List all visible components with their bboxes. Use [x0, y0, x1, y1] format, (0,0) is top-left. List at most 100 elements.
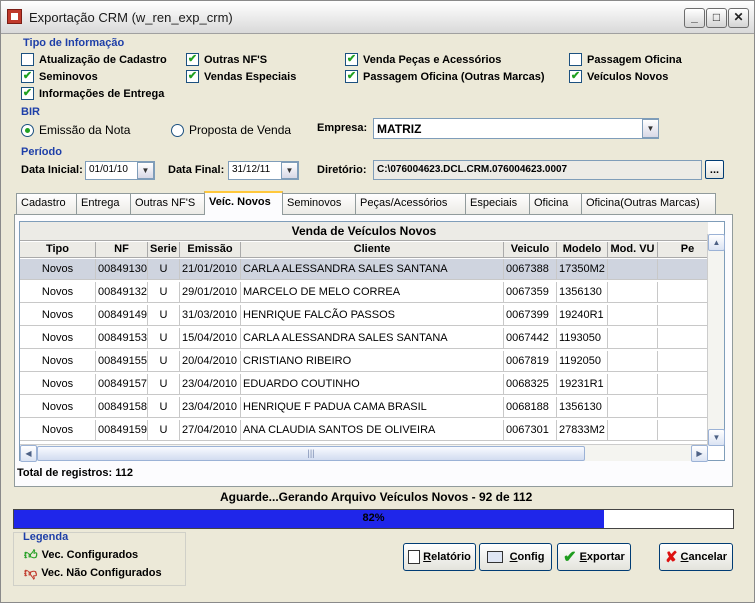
table-cell[interactable]: 29/01/2010 [180, 282, 241, 303]
column-header[interactable]: Serie [148, 242, 180, 258]
exportar-button[interactable]: ✔ Exportar [557, 543, 631, 571]
table-cell[interactable] [608, 397, 658, 418]
table-cell[interactable]: U [148, 420, 180, 441]
table-cell[interactable]: 0067388 [504, 259, 557, 280]
tab-seminovos[interactable]: Seminovos [282, 193, 356, 214]
scroll-down-icon[interactable]: ▼ [708, 429, 725, 446]
scroll-right-icon[interactable]: ▶ [691, 445, 708, 462]
table-cell[interactable]: Novos [20, 374, 96, 395]
table-cell[interactable]: 23/04/2010 [180, 397, 241, 418]
table-cell[interactable]: U [148, 374, 180, 395]
table-cell[interactable]: 31/03/2010 [180, 305, 241, 326]
empresa-select[interactable]: MATRIZ [373, 118, 659, 139]
table-cell[interactable]: 00849159 [96, 420, 148, 441]
table-cell[interactable]: 00849158 [96, 397, 148, 418]
table-cell[interactable]: 0068325 [504, 374, 557, 395]
tab-entrega[interactable]: Entrega [76, 193, 131, 214]
table-cell[interactable]: ANA CLAUDIA SANTOS DE OLIVEIRA [241, 420, 504, 441]
table-cell[interactable]: CARLA ALESSANDRA SALES SANTANA [241, 328, 504, 349]
table-cell[interactable]: Novos [20, 259, 96, 280]
browse-button[interactable]: ... [705, 160, 724, 179]
table-cell[interactable]: 19231R1 [557, 374, 608, 395]
table-cell[interactable]: 00849157 [96, 374, 148, 395]
table-cell[interactable]: Novos [20, 397, 96, 418]
table-cell[interactable]: Novos [20, 420, 96, 441]
table-cell[interactable]: U [148, 259, 180, 280]
chevron-down-icon[interactable]: ▼ [281, 162, 298, 179]
column-header[interactable]: Emissão [180, 242, 241, 258]
table-cell[interactable]: 27833M2 [557, 420, 608, 441]
checkbox-informacoes-entrega[interactable]: ✔ Informações de Entrega [21, 87, 164, 100]
table-cell[interactable]: 00849155 [96, 351, 148, 372]
table-cell[interactable]: 0067442 [504, 328, 557, 349]
column-header[interactable]: Modelo [557, 242, 608, 258]
table-cell[interactable] [608, 374, 658, 395]
table-cell[interactable] [608, 259, 658, 280]
vertical-scrollbar[interactable]: ▲ ▼ [707, 234, 725, 446]
table-cell[interactable]: 1192050 [557, 351, 608, 372]
table-cell[interactable]: 00849153 [96, 328, 148, 349]
table-cell[interactable]: 21/01/2010 [180, 259, 241, 280]
relatorio-button[interactable]: Relatório [403, 543, 476, 571]
table-cell[interactable]: CARLA ALESSANDRA SALES SANTANA [241, 259, 504, 280]
table-cell[interactable]: MARCELO DE MELO CORREA [241, 282, 504, 303]
table-cell[interactable]: Novos [20, 305, 96, 326]
table-cell[interactable]: 19240R1 [557, 305, 608, 326]
table-cell[interactable]: 15/04/2010 [180, 328, 241, 349]
table-cell[interactable]: U [148, 351, 180, 372]
checkbox-vendas-especiais[interactable]: ✔ Vendas Especiais [186, 70, 296, 83]
table-cell[interactable]: 0067359 [504, 282, 557, 303]
table-cell[interactable]: 00849130 [96, 259, 148, 280]
horizontal-scrollbar[interactable]: ◀ ||| ▶ [20, 444, 708, 462]
table-cell[interactable]: Novos [20, 328, 96, 349]
table-cell[interactable]: U [148, 282, 180, 303]
checkbox-passagem-oficina[interactable]: Passagem Oficina [569, 53, 682, 66]
minimize-button[interactable]: _ [684, 8, 705, 28]
tab-veic-novos[interactable]: Veíc. Novos [204, 191, 283, 215]
column-header[interactable]: Veiculo [504, 242, 557, 258]
scroll-up-icon[interactable]: ▲ [708, 234, 725, 251]
checkbox-venda-pecas[interactable]: ✔ Venda Peças e Acessórios [345, 53, 501, 66]
diretorio-input[interactable]: C:\076004623.DCL.CRM.076004623.0007 [373, 160, 702, 180]
table-cell[interactable]: EDUARDO COUTINHO [241, 374, 504, 395]
tab-oficina[interactable]: Oficina [529, 193, 582, 214]
chevron-down-icon[interactable]: ▼ [642, 119, 659, 138]
table-cell[interactable]: CRISTIANO RIBEIRO [241, 351, 504, 372]
checkbox-atualizacao-cadastro[interactable]: Atualização de Cadastro [21, 53, 167, 66]
cancelar-button[interactable]: ✘ Cancelar [659, 543, 733, 571]
table-cell[interactable]: HENRIQUE FALCÃO PASSOS [241, 305, 504, 326]
vehicles-table[interactable]: Venda de Veículos Novos Tipo NF Serie Emiss… [19, 221, 725, 461]
table-cell[interactable]: Novos [20, 351, 96, 372]
config-button[interactable]: Config [479, 543, 552, 571]
table-cell[interactable]: U [148, 305, 180, 326]
table-cell[interactable]: 00849132 [96, 282, 148, 303]
scroll-thumb[interactable]: ||| [37, 446, 585, 461]
table-cell[interactable] [608, 282, 658, 303]
table-cell[interactable]: 00849149 [96, 305, 148, 326]
table-cell[interactable]: 0068188 [504, 397, 557, 418]
table-cell[interactable]: 23/04/2010 [180, 374, 241, 395]
table-cell[interactable]: 27/04/2010 [180, 420, 241, 441]
table-cell[interactable]: 17350M2 [557, 259, 608, 280]
tab-cadastro[interactable]: Cadastro [16, 193, 77, 214]
table-cell[interactable] [608, 328, 658, 349]
scroll-left-icon[interactable]: ◀ [20, 445, 37, 462]
close-button[interactable]: ✕ [728, 8, 749, 28]
column-header[interactable]: Tipo [20, 242, 96, 258]
tab-outras-nfs[interactable]: Outras NF'S [130, 193, 205, 214]
checkbox-seminovos[interactable]: ✔ Seminovos [21, 70, 98, 83]
tab-pecas-acessorios[interactable]: Peças/Acessórios [355, 193, 466, 214]
maximize-button[interactable]: □ [706, 8, 727, 28]
tab-especiais[interactable]: Especiais [465, 193, 530, 214]
chevron-down-icon[interactable]: ▼ [137, 162, 154, 179]
checkbox-veiculos-novos[interactable]: ✔ Veículos Novos [569, 70, 668, 83]
tab-oficina-outras-marcas[interactable]: Oficina(Outras Marcas) [581, 193, 716, 214]
table-cell[interactable]: U [148, 397, 180, 418]
table-cell[interactable]: 0067301 [504, 420, 557, 441]
column-header[interactable]: NF [96, 242, 148, 258]
table-cell[interactable] [608, 351, 658, 372]
table-cell[interactable]: 0067399 [504, 305, 557, 326]
table-cell[interactable]: 1356130 [557, 282, 608, 303]
radio-emissao-nota[interactable]: Emissão da Nota [21, 123, 130, 137]
table-cell[interactable] [608, 305, 658, 326]
